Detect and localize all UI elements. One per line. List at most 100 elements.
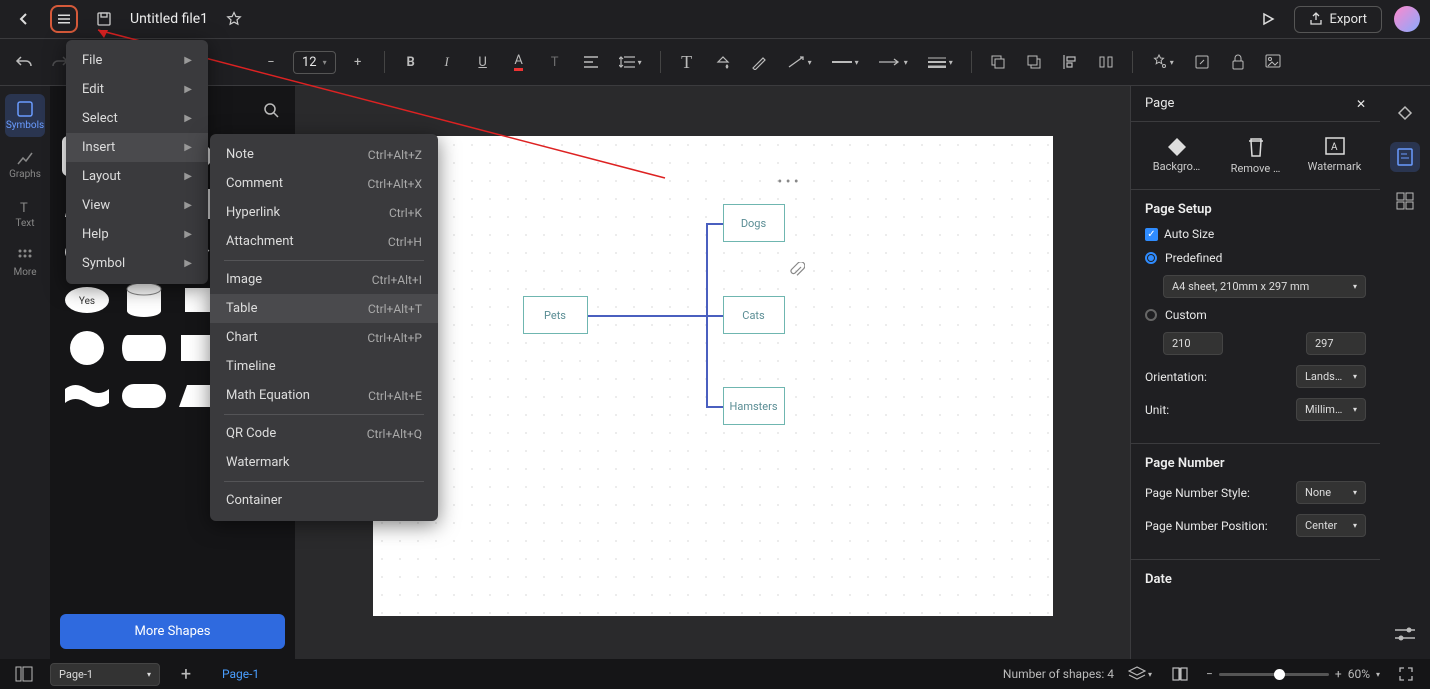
custom-radio[interactable] [1145, 309, 1157, 321]
layers-icon[interactable]: ▾ [1126, 660, 1154, 688]
italic-button[interactable]: I [433, 48, 461, 76]
width-input[interactable]: 210 [1163, 332, 1223, 355]
undo-button[interactable] [10, 48, 38, 76]
back-button[interactable] [10, 5, 38, 33]
submenu-item-attachment[interactable]: AttachmentCtrl+H [210, 227, 438, 256]
close-icon[interactable]: ✕ [1356, 97, 1366, 111]
menu-item-edit[interactable]: Edit▶ [66, 75, 208, 104]
front-button[interactable] [984, 48, 1012, 76]
align-button[interactable] [577, 48, 605, 76]
document-title[interactable]: Untitled file1 [130, 11, 208, 27]
zoom-in[interactable]: + [1335, 667, 1342, 681]
favorite-star-icon[interactable] [220, 5, 248, 33]
menu-item-file[interactable]: File▶ [66, 46, 208, 75]
rr-settings[interactable] [1390, 619, 1420, 649]
align-left-button[interactable] [1056, 48, 1084, 76]
menu-item-select[interactable]: Select▶ [66, 104, 208, 133]
rr-page[interactable] [1390, 142, 1420, 172]
node-cats[interactable]: Cats [723, 296, 785, 334]
node-pets[interactable]: Pets [523, 296, 588, 334]
rail-more[interactable]: More [5, 241, 45, 284]
rail-graphs[interactable]: Graphs [5, 143, 45, 186]
submenu-item-math-equation[interactable]: Math EquationCtrl+Alt+E [210, 381, 438, 410]
submenu-item-note[interactable]: NoteCtrl+Alt+Z [210, 140, 438, 169]
submenu-item-comment[interactable]: CommentCtrl+Alt+X [210, 169, 438, 198]
node-hamsters[interactable]: Hamsters [723, 387, 785, 425]
shape-terminator[interactable] [119, 376, 168, 416]
menu-item-view[interactable]: View▶ [66, 191, 208, 220]
outline-icon[interactable] [10, 660, 38, 688]
menu-item-layout[interactable]: Layout▶ [66, 162, 208, 191]
page-tab[interactable]: Page-1 [212, 667, 269, 681]
page-number-position-select[interactable]: Center▾ [1296, 514, 1366, 537]
submenu-item-hyperlink[interactable]: HyperlinkCtrl+K [210, 198, 438, 227]
fill-color-button[interactable] [709, 48, 737, 76]
search-icon[interactable] [257, 96, 285, 124]
book-icon[interactable] [1166, 660, 1194, 688]
shape-wave[interactable] [62, 376, 111, 416]
unit-select[interactable]: Millim…▾ [1296, 398, 1366, 421]
submenu-item-timeline[interactable]: Timeline [210, 352, 438, 381]
submenu-item-qr-code[interactable]: QR CodeCtrl+Alt+Q [210, 419, 438, 448]
line-style-button[interactable]: ▾ [826, 48, 865, 76]
font-size-increase[interactable]: + [344, 48, 372, 76]
height-input[interactable]: 297 [1306, 332, 1366, 355]
page-number-style-select[interactable]: None▾ [1296, 481, 1366, 504]
line-spacing-button[interactable]: ▾ [613, 48, 648, 76]
page-selector[interactable]: Page-1▾ [50, 663, 160, 686]
line-color-button[interactable] [745, 48, 773, 76]
effects-button[interactable]: ▾ [1145, 48, 1180, 76]
shape-yes[interactable]: Yes [62, 280, 111, 320]
text-style-button[interactable]: T [673, 48, 701, 76]
rr-fill[interactable] [1390, 98, 1420, 128]
submenu-item-chart[interactable]: ChartCtrl+Alt+P [210, 323, 438, 352]
user-avatar[interactable] [1394, 6, 1420, 32]
back-button-layer[interactable] [1020, 48, 1048, 76]
shape-circle-2[interactable] [62, 328, 111, 368]
background-button[interactable]: Backgro… [1142, 136, 1212, 175]
shape-cylinder-h[interactable] [119, 328, 168, 368]
distribute-button[interactable] [1092, 48, 1120, 76]
zoom-out[interactable]: − [1206, 667, 1213, 681]
node-dogs[interactable]: Dogs [723, 204, 785, 242]
font-size-input[interactable]: 12▾ [293, 51, 336, 74]
image-search-button[interactable] [1260, 48, 1288, 76]
submenu-item-table[interactable]: TableCtrl+Alt+T [210, 294, 438, 323]
orientation-select[interactable]: Lands…▾ [1296, 365, 1366, 388]
submenu-item-watermark[interactable]: Watermark [210, 448, 438, 477]
menu-item-insert[interactable]: Insert▶ [66, 133, 208, 162]
hamburger-menu-button[interactable] [50, 5, 78, 33]
predefined-radio[interactable] [1145, 252, 1157, 264]
arrow-style-button[interactable]: ▾ [873, 48, 914, 76]
export-button[interactable]: Export [1294, 6, 1382, 33]
connector-button[interactable]: ▾ [781, 48, 818, 76]
zoom-slider-track[interactable] [1219, 673, 1329, 676]
font-size-decrease[interactable]: − [257, 48, 285, 76]
menu-item-symbol[interactable]: Symbol▶ [66, 249, 208, 278]
rail-symbols[interactable]: Symbols [5, 94, 45, 137]
present-button[interactable] [1254, 5, 1282, 33]
lock-button[interactable] [1224, 48, 1252, 76]
zoom-control[interactable]: − + 60% ▾ [1206, 667, 1380, 681]
text-tool-button[interactable]: T [541, 48, 569, 76]
attachment-icon[interactable] [789, 262, 805, 278]
font-color-button[interactable]: A [505, 48, 533, 76]
underline-button[interactable]: U [469, 48, 497, 76]
save-icon[interactable] [90, 5, 118, 33]
menu-item-help[interactable]: Help▶ [66, 220, 208, 249]
auto-size-checkbox[interactable]: ✓ [1145, 228, 1158, 241]
remove-background-button[interactable]: Remove … [1221, 136, 1291, 175]
preset-select[interactable]: A4 sheet, 210mm x 297 mm▾ [1163, 275, 1366, 298]
add-page-button[interactable]: + [172, 660, 200, 688]
submenu-item-container[interactable]: Container [210, 486, 438, 515]
rail-text[interactable]: T Text [5, 192, 45, 235]
fullscreen-icon[interactable] [1392, 660, 1420, 688]
watermark-button[interactable]: A Watermark [1300, 136, 1370, 175]
rr-grid[interactable] [1390, 186, 1420, 216]
bold-button[interactable]: B [397, 48, 425, 76]
line-weight-button[interactable]: ▾ [922, 48, 959, 76]
more-shapes-button[interactable]: More Shapes [60, 614, 285, 649]
canvas-page[interactable]: • • • Pets Dogs Cats Hamsters [373, 136, 1053, 616]
edit-button[interactable] [1188, 48, 1216, 76]
shape-cylinder[interactable] [119, 280, 168, 320]
